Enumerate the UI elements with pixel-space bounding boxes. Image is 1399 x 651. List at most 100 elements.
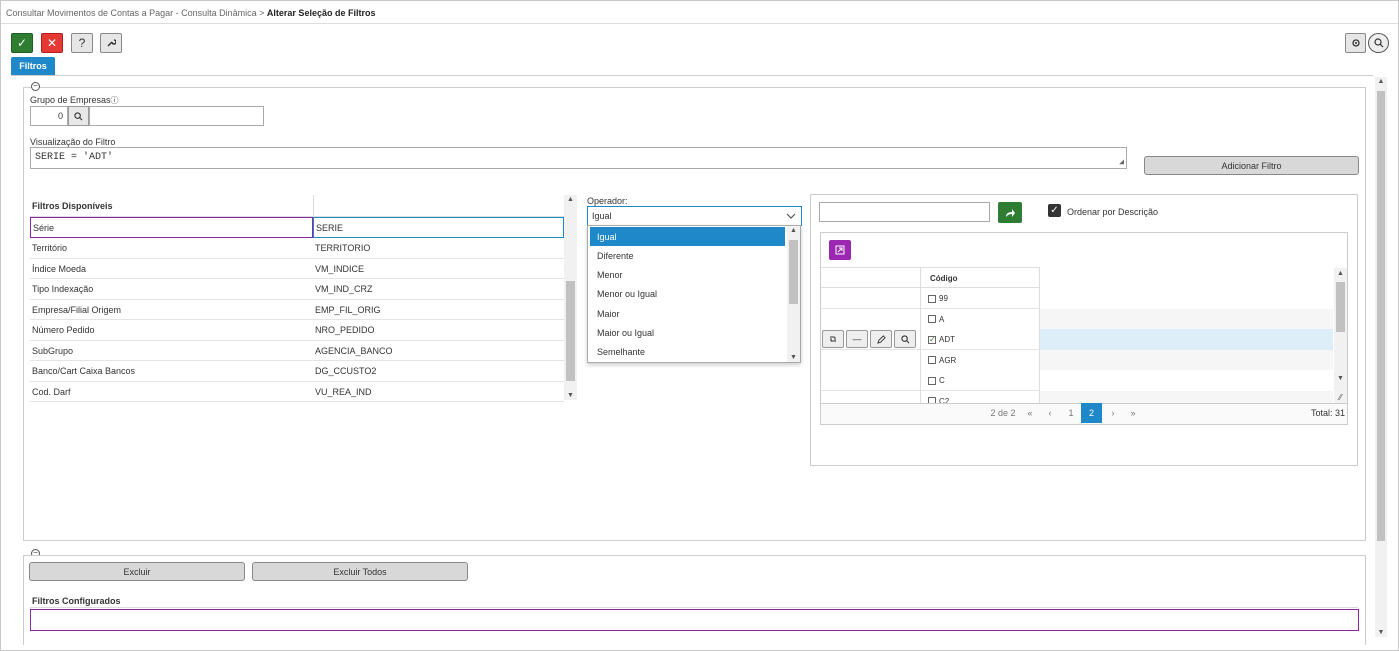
table-row[interactable]: Empresa/Filial Origem EMP_FIL_ORIG — [30, 299, 564, 320]
edit-row-button[interactable] — [870, 330, 892, 348]
table-row[interactable]: Índice Moeda VM_INDICE — [30, 258, 564, 279]
operador-selected-value: Igual — [592, 211, 612, 221]
search-button[interactable] — [1368, 33, 1389, 53]
filtros-disponiveis-grid: Filtros Disponíveis Série SERIE Território… — [30, 195, 564, 402]
excluir-button[interactable]: Excluir — [29, 562, 245, 581]
valores-search-input[interactable] — [819, 202, 990, 222]
share-arrow-icon — [1005, 208, 1015, 217]
valores-scrollbar[interactable]: ▲ ▼ ⁄⁄ — [1334, 268, 1347, 403]
close-icon: ✕ — [46, 36, 58, 50]
tab-underline — [11, 75, 1373, 76]
filter-name-cell: Cod. Darf — [32, 386, 71, 397]
row-checkbox[interactable] — [928, 356, 936, 364]
list-item[interactable]: C2 — [821, 390, 1333, 403]
dropdown-option[interactable]: Semelhante — [590, 343, 785, 362]
filter-name-cell: Série — [30, 217, 313, 238]
code-label: C — [939, 376, 945, 385]
valores-go-button[interactable] — [998, 202, 1022, 223]
breadcrumb-parent[interactable]: Consultar Movimentos de Contas a Pagar -… — [6, 8, 257, 18]
code-label: ADT — [939, 335, 955, 344]
row-checkbox[interactable]: ✓ — [928, 335, 936, 344]
minus-icon: — — [852, 334, 862, 344]
row-checkbox[interactable] — [928, 376, 936, 385]
next-page-icon[interactable]: › — [1103, 403, 1123, 423]
dropdown-option[interactable]: Maior — [590, 304, 785, 323]
help-button[interactable]: ? — [71, 33, 93, 53]
page-1-button[interactable]: 1 — [1061, 403, 1081, 423]
filter-field-cell: AGENCIA_BANCO — [315, 345, 393, 356]
remove-row-button[interactable]: — — [846, 330, 868, 348]
table-row[interactable]: Número Pedido NRO_PEDIDO — [30, 320, 564, 341]
tools-button[interactable] — [100, 33, 122, 53]
grupo-code-input[interactable]: 0 — [30, 106, 68, 126]
collapse-icon[interactable]: − — [31, 82, 40, 91]
filter-field-cell: TERRITORIO — [315, 243, 371, 253]
wrench-icon — [107, 39, 116, 47]
copy-row-button[interactable]: ⧉ — [822, 330, 844, 348]
table-row[interactable]: Banco/Cart Caixa Bancos DG_CCUSTO2 — [30, 361, 564, 382]
grid-header: Filtros Disponíveis — [30, 195, 564, 217]
filter-field-cell: VM_IND_CRZ — [315, 284, 373, 294]
excluir-todos-button[interactable]: Excluir Todos — [252, 562, 468, 581]
dropdown-option[interactable]: Diferente — [590, 246, 785, 265]
configured-header-row: Filtros Configurados — [30, 592, 1358, 608]
cancel-button[interactable]: ✕ — [41, 33, 63, 53]
filtros-configurados-header: Filtros Configurados — [32, 596, 121, 606]
codigo-column-header: Código — [930, 274, 958, 283]
code-label: 99 — [939, 294, 948, 303]
tab-filtros-label: Filtros — [19, 61, 47, 71]
grid-scrollbar[interactable]: ▲ ▼ — [564, 195, 577, 400]
table-row[interactable]: Território TERRITORIO — [30, 238, 564, 259]
ordenar-label: Ordenar por Descrição — [1067, 207, 1159, 217]
dropdown-scrollbar[interactable]: ▲ ▼ — [787, 226, 800, 362]
adicionar-filtro-button[interactable]: Adicionar Filtro — [1144, 156, 1359, 175]
list-item[interactable]: C — [821, 370, 1333, 391]
configured-filter-row[interactable] — [30, 609, 1359, 631]
ordenar-checkbox[interactable]: ✓ — [1048, 204, 1061, 217]
table-row[interactable]: Cod. Darf VU_REA_IND — [30, 381, 564, 402]
chevron-down-icon — [786, 213, 796, 219]
dropdown-option[interactable]: Igual — [590, 227, 785, 246]
settings-button[interactable] — [1345, 33, 1366, 53]
filter-name-cell: Banco/Cart Caixa Bancos — [32, 366, 136, 376]
filter-name-cell: SubGrupo — [32, 345, 74, 356]
filter-field-cell: SERIE — [313, 217, 564, 238]
dropdown-option[interactable]: Menor — [590, 266, 785, 285]
filter-name-cell: Tipo Indexação — [32, 284, 94, 294]
list-item[interactable]: 99 — [821, 288, 1333, 309]
last-page-icon[interactable]: » — [1123, 403, 1143, 423]
table-row[interactable]: Tipo Indexação VM_IND_CRZ — [30, 279, 564, 300]
page-2-button[interactable]: 2 — [1081, 403, 1102, 423]
operador-select[interactable]: Igual — [587, 206, 802, 226]
table-row[interactable]: SubGrupo AGENCIA_BANCO — [30, 340, 564, 361]
code-label: AGR — [939, 355, 957, 365]
filter-field-cell: VM_INDICE — [315, 263, 365, 274]
page-scrollbar[interactable]: ▲ ▼ — [1375, 77, 1387, 637]
row-checkbox[interactable] — [928, 294, 936, 303]
filter-name-cell: Empresa/Filial Origem — [32, 304, 122, 315]
gear-icon — [1351, 39, 1360, 47]
expand-button[interactable] — [829, 240, 851, 260]
list-item[interactable]: A — [821, 308, 1333, 330]
tab-filtros[interactable]: Filtros — [11, 57, 55, 75]
row-checkbox[interactable] — [928, 315, 936, 323]
dropdown-option[interactable]: Menor ou Igual — [590, 285, 785, 304]
resize-handle-icon[interactable]: ◢ — [1119, 157, 1124, 167]
confirm-button[interactable]: ✓ — [11, 33, 33, 53]
visualizacao-textarea[interactable]: SERIE = 'ADT' ◢ — [30, 147, 1127, 169]
expand-icon — [835, 245, 845, 255]
page-info: 2 de 2 — [990, 408, 1016, 418]
question-icon: ? — [78, 36, 86, 50]
operador-dropdown: Igual Diferente Menor Menor ou Igual Maior Ma… — [587, 225, 801, 363]
view-row-button[interactable] — [894, 330, 916, 348]
first-page-icon[interactable]: « — [1020, 403, 1040, 423]
filter-field-cell: VU_REA_IND — [315, 386, 372, 397]
list-item[interactable]: AGR — [821, 349, 1333, 371]
table-row[interactable]: Série SERIE — [30, 217, 564, 238]
dropdown-option[interactable]: Maior ou Igual — [590, 324, 785, 343]
grupo-search-button[interactable] — [68, 106, 89, 126]
prev-page-icon[interactable]: ‹ — [1040, 403, 1060, 423]
grupo-label: Grupo de Empresasⓘ — [30, 95, 119, 105]
grupo-name-input[interactable] — [89, 106, 264, 126]
filter-field-cell: EMP_FIL_ORIG — [315, 304, 381, 315]
